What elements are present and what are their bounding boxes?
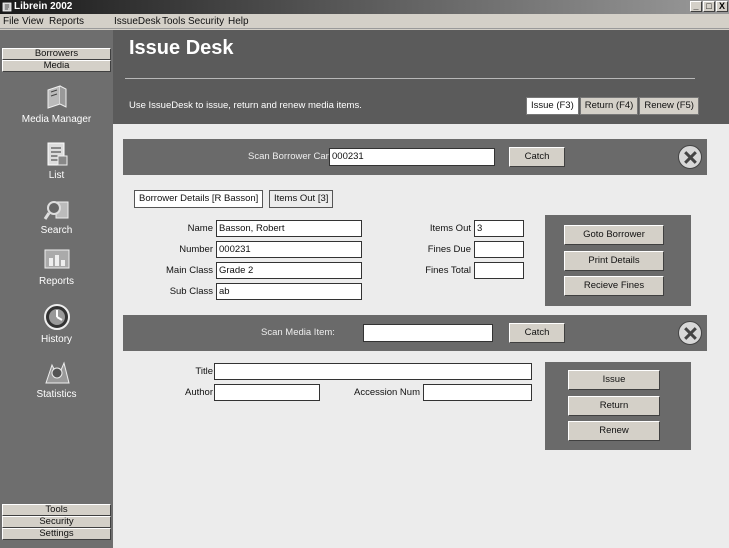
clear-borrower-icon[interactable] xyxy=(678,145,702,169)
page-subtitle: Use IssueDesk to issue, return and renew… xyxy=(129,100,362,111)
media-scan-bar: Scan Media Item: Catch xyxy=(123,315,707,351)
reports-icon xyxy=(44,249,69,269)
title-field[interactable] xyxy=(214,363,532,380)
items-out-label: Items Out xyxy=(429,223,471,234)
sidebar-group-security[interactable]: Security xyxy=(2,516,111,528)
borrower-scan-bar: Scan Borrower Card: 000231 Catch xyxy=(123,139,707,175)
issue-button[interactable]: Issue xyxy=(568,370,660,390)
sidebar-item-label: History xyxy=(40,334,73,345)
menu-reports[interactable]: Reports xyxy=(49,16,84,27)
borrower-actions-panel: Goto Borrower Print Details Recieve Fine… xyxy=(545,215,691,306)
sidebar-item-label: Search xyxy=(40,225,73,236)
borrower-catch-button[interactable]: Catch xyxy=(509,147,565,167)
sidebar-item-label: List xyxy=(48,170,65,181)
media-scan-label: Scan Media Item: xyxy=(261,327,335,338)
borrower-scan-label: Scan Borrower Card: xyxy=(248,151,337,162)
fines-due-field[interactable] xyxy=(474,241,524,258)
number-label: Number xyxy=(179,244,213,255)
print-details-button[interactable]: Print Details xyxy=(564,251,664,271)
name-label: Name xyxy=(187,223,213,234)
fines-due-label: Fines Due xyxy=(427,244,471,255)
sidebar-group-tools[interactable]: Tools xyxy=(2,504,111,516)
menu-issuedesk[interactable]: IssueDesk xyxy=(114,16,161,27)
sidebar-item-history[interactable]: History xyxy=(0,302,113,345)
title-bar: Librein 2002 _ □ X xyxy=(0,0,729,14)
tab-return[interactable]: Return (F4) xyxy=(579,97,639,115)
name-field[interactable]: Basson, Robert xyxy=(216,220,362,237)
menu-security[interactable]: Security xyxy=(188,16,224,27)
menu-file[interactable]: File xyxy=(3,16,19,27)
main-panel: Issue Desk Use IssueDesk to issue, retur… xyxy=(113,30,729,548)
minimize-button[interactable]: _ xyxy=(690,1,702,12)
title-label: Title xyxy=(195,366,213,377)
sidebar-item-media-manager[interactable]: Media Manager xyxy=(0,82,113,125)
return-button[interactable]: Return xyxy=(568,396,660,416)
main-class-field[interactable]: Grade 2 xyxy=(216,262,362,279)
media-catch-button[interactable]: Catch xyxy=(509,323,565,343)
accession-field[interactable] xyxy=(423,384,532,401)
media-manager-icon xyxy=(47,85,66,109)
list-icon xyxy=(47,142,67,166)
statistics-icon xyxy=(44,361,70,384)
borrower-card-input[interactable]: 000231 xyxy=(329,148,495,166)
sidebar-group-media[interactable]: Media xyxy=(2,60,111,72)
sidebar-item-reports[interactable]: Reports xyxy=(0,244,113,287)
renew-button[interactable]: Renew xyxy=(568,421,660,441)
goto-borrower-button[interactable]: Goto Borrower xyxy=(564,225,664,245)
fines-total-field[interactable] xyxy=(474,262,524,279)
app-icon xyxy=(2,2,12,12)
sidebar-item-label: Media Manager xyxy=(21,114,92,125)
tab-renew[interactable]: Renew (F5) xyxy=(639,97,699,115)
media-actions-panel: Issue Return Renew xyxy=(545,362,691,450)
sidebar: Borrowers Media Media Manager List Searc… xyxy=(0,30,113,548)
close-window-button[interactable]: X xyxy=(716,1,728,12)
number-field[interactable]: 000231 xyxy=(216,241,362,258)
fines-total-label: Fines Total xyxy=(425,265,471,276)
accession-label: Accession Num xyxy=(354,387,420,398)
search-icon xyxy=(43,201,68,220)
clear-media-icon[interactable] xyxy=(678,321,702,345)
media-item-input[interactable] xyxy=(363,324,493,342)
tab-issue[interactable]: Issue (F3) xyxy=(526,97,579,115)
tab-borrower-details[interactable]: Borrower Details [R Basson] xyxy=(134,190,264,208)
main-class-label: Main Class xyxy=(166,265,213,276)
sidebar-group-settings[interactable]: Settings xyxy=(2,528,111,540)
sub-class-label: Sub Class xyxy=(169,286,213,297)
sidebar-item-search[interactable]: Search xyxy=(0,197,113,236)
sub-class-field[interactable]: ab xyxy=(216,283,362,300)
receive-fines-button[interactable]: Recieve Fines xyxy=(564,276,664,296)
sidebar-item-label: Reports xyxy=(38,276,74,287)
tab-items-out[interactable]: Items Out [3] xyxy=(269,190,334,208)
page-title: Issue Desk xyxy=(129,37,234,59)
header-divider xyxy=(125,78,695,79)
window-title: Librein 2002 xyxy=(14,1,73,12)
sidebar-group-borrowers[interactable]: Borrowers xyxy=(2,48,111,60)
menu-help[interactable]: Help xyxy=(228,16,249,27)
author-field[interactable] xyxy=(214,384,320,401)
header: Issue Desk Use IssueDesk to issue, retur… xyxy=(113,30,729,124)
sidebar-item-label: Statistics xyxy=(36,389,77,400)
menu-bar: File View Reports IssueDesk Tools Securi… xyxy=(0,14,729,29)
sidebar-item-statistics[interactable]: Statistics xyxy=(0,359,113,400)
menu-tools[interactable]: Tools xyxy=(162,16,185,27)
sidebar-item-list[interactable]: List xyxy=(0,140,113,181)
items-out-field[interactable]: 3 xyxy=(474,220,524,237)
author-label: Author xyxy=(185,387,213,398)
history-icon xyxy=(43,304,70,330)
mode-tabs: Issue (F3) Return (F4) Renew (F5) xyxy=(526,97,700,115)
maximize-button[interactable]: □ xyxy=(703,1,715,12)
menu-view[interactable]: View xyxy=(22,16,44,27)
